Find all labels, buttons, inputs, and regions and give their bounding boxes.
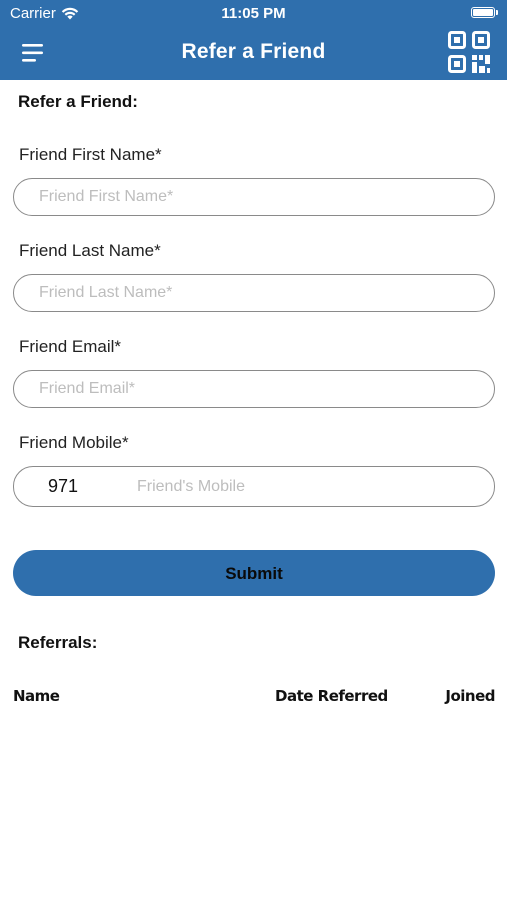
- column-header-joined: Joined: [445, 687, 495, 705]
- battery-icon: [471, 7, 498, 18]
- country-code[interactable]: 971: [48, 467, 78, 505]
- email-label: Friend Email*: [19, 337, 122, 356]
- app-header: Carrier 11:05 PM Refer a Friend: [0, 0, 507, 80]
- status-bar: Carrier 11:05 PM: [0, 0, 507, 28]
- column-header-date-referred: Date Referred: [275, 687, 388, 705]
- referrals-section-title: Referrals:: [18, 633, 98, 652]
- qr-code-button[interactable]: [448, 31, 490, 73]
- page-title: Refer a Friend: [181, 40, 326, 63]
- email-field[interactable]: [13, 370, 495, 408]
- mobile-input[interactable]: [137, 467, 477, 506]
- first-name-label: Friend First Name*: [19, 145, 162, 164]
- first-name-input[interactable]: [39, 179, 479, 215]
- email-input[interactable]: [39, 371, 479, 407]
- submit-button[interactable]: Submit: [13, 550, 495, 596]
- qr-code-icon: [448, 31, 490, 73]
- referrals-table-header: Name Date Referred Joined: [13, 687, 495, 707]
- column-header-name: Name: [13, 687, 60, 705]
- last-name-field[interactable]: [13, 274, 495, 312]
- first-name-field[interactable]: [13, 178, 495, 216]
- last-name-input[interactable]: [39, 275, 479, 311]
- last-name-label: Friend Last Name*: [19, 241, 161, 260]
- status-time: 11:05 PM: [221, 5, 286, 22]
- mobile-field[interactable]: 971: [13, 466, 495, 507]
- mobile-label: Friend Mobile*: [19, 433, 129, 452]
- refer-section-title: Refer a Friend:: [18, 92, 138, 111]
- navigation-bar: Refer a Friend: [0, 28, 507, 78]
